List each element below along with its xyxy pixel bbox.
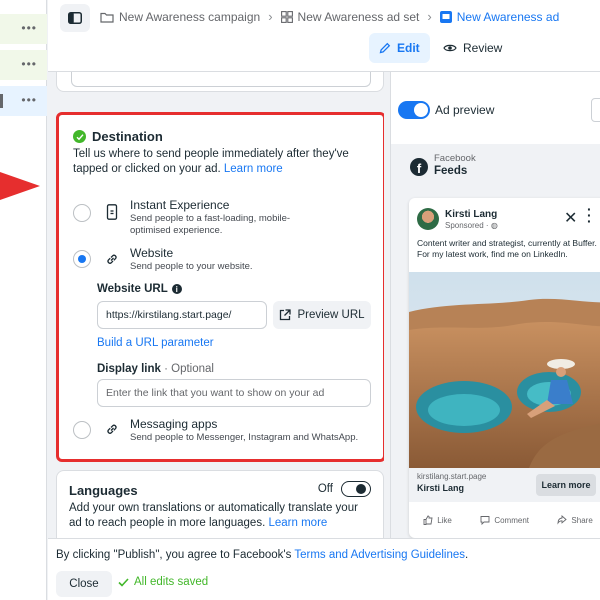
link-icon	[107, 424, 117, 434]
thumbs-up-icon	[423, 515, 433, 525]
check-circle-icon	[73, 130, 86, 143]
post-actions: Like Comment Share	[409, 510, 600, 530]
website-url-label: Website URL i	[97, 283, 182, 295]
external-link-icon	[280, 309, 292, 321]
ad-preview-toggle[interactable]	[398, 101, 430, 119]
display-link-input[interactable]	[97, 379, 371, 407]
breadcrumb-ad-set[interactable]: New Awareness ad set	[280, 10, 419, 24]
link-preview-bar[interactable]: kirstilang.start.page Kirsti Lang Learn …	[409, 468, 600, 502]
more-options-icon[interactable]: •••	[21, 93, 37, 107]
publish-agreement-note: By clicking "Publish", you agree to Face…	[56, 549, 469, 561]
chevron-right-icon: ›	[268, 9, 273, 24]
review-mode-button[interactable]: Review	[433, 33, 512, 63]
preview-options-button[interactable]	[591, 98, 600, 122]
website-url-input[interactable]	[97, 301, 267, 329]
info-icon[interactable]: i	[171, 284, 182, 294]
more-options-icon[interactable]: •••	[21, 57, 37, 71]
phone-icon	[106, 204, 118, 220]
preview-url-button[interactable]: Preview URL	[273, 301, 371, 329]
grid-icon	[280, 10, 293, 23]
learn-more-button[interactable]: Learn more	[536, 474, 596, 496]
facebook-logo-icon: f	[410, 158, 428, 176]
like-action[interactable]: Like	[423, 515, 452, 525]
globe-icon: ◍	[490, 221, 498, 230]
footer: By clicking "Publish", you agree to Face…	[48, 538, 600, 600]
previous-section-field[interactable]	[71, 72, 371, 87]
radio-messaging-apps[interactable]	[73, 421, 91, 439]
placement-selector[interactable]: Feeds	[434, 165, 467, 177]
option-messaging-apps[interactable]: Messaging apps Send people to Messenger,…	[73, 417, 373, 447]
rail-ad-set-row[interactable]: •••	[0, 50, 47, 80]
breadcrumb-campaign[interactable]: New Awareness campaign	[100, 10, 260, 24]
chevron-right-icon: ›	[427, 9, 432, 24]
share-icon	[557, 515, 568, 525]
avatar	[417, 208, 439, 230]
pencil-icon	[379, 42, 391, 54]
save-status: All edits saved	[118, 576, 208, 588]
editor-panel: Destination Tell us where to send people…	[56, 72, 384, 538]
languages-toggle[interactable]: Off	[318, 481, 371, 497]
radio-instant-experience[interactable]	[73, 204, 91, 222]
destination-heading: Destination	[73, 129, 163, 144]
comment-action[interactable]: Comment	[480, 515, 529, 525]
build-url-parameter-link[interactable]: Build a URL parameter	[97, 337, 214, 349]
display-link-label: Display link · Optional	[97, 363, 214, 375]
ad-icon	[439, 10, 452, 23]
languages-learn-more-link[interactable]: Learn more	[268, 517, 327, 529]
selected-indicator	[0, 94, 3, 108]
radio-website[interactable]	[73, 250, 91, 268]
destination-description: Tell us where to send people immediately…	[73, 148, 349, 175]
terms-link[interactable]: Terms and Advertising Guidelines	[294, 549, 465, 561]
facebook-post-preview: Kirsti Lang Sponsored · ◍ ✕ · · · Content …	[409, 198, 600, 538]
close-icon: ✕	[564, 210, 578, 227]
previous-section-card	[56, 72, 384, 92]
option-instant-experience[interactable]: Instant Experience Send people to a fast…	[73, 198, 373, 236]
option-website[interactable]: Website Send people to your website.	[73, 246, 373, 276]
share-action[interactable]: Share	[557, 515, 593, 525]
sidebar-toggle-button[interactable]	[60, 4, 90, 32]
destination-card: Destination Tell us where to send people…	[56, 112, 384, 462]
edit-mode-button[interactable]: Edit	[369, 33, 430, 63]
rail-campaign-row[interactable]: •••	[0, 14, 47, 44]
preview-header: Ad preview	[391, 72, 600, 144]
rail-ad-row[interactable]: •••	[0, 86, 47, 116]
more-vertical-icon: · · ·	[587, 201, 592, 229]
languages-card: Languages Off Add your own translations …	[56, 470, 384, 538]
eye-icon	[443, 44, 457, 52]
left-rail: ••• ••• •••	[0, 0, 47, 600]
breadcrumb-ad[interactable]: New Awareness ad	[439, 10, 559, 24]
toggle-switch[interactable]	[341, 481, 371, 497]
comment-icon	[480, 516, 490, 525]
link-icon	[107, 254, 117, 264]
post-image	[409, 272, 600, 468]
breadcrumb: New Awareness campaign › New Awareness a…	[100, 9, 559, 24]
languages-heading: Languages	[69, 483, 138, 498]
folder-icon	[100, 12, 114, 23]
sidebar-toggle-icon	[68, 12, 82, 24]
more-options-icon[interactable]: •••	[21, 21, 37, 35]
check-icon	[118, 577, 129, 587]
ad-preview-pane: Ad preview f Facebook Feeds Kirsti Lang …	[390, 72, 600, 538]
close-button[interactable]: Close	[56, 571, 112, 597]
annotation-arrow-icon	[0, 172, 40, 200]
destination-learn-more-link[interactable]: Learn more	[224, 163, 283, 175]
top-bar: New Awareness campaign › New Awareness a…	[48, 0, 600, 72]
languages-description: Add your own translations or automatical…	[69, 502, 358, 529]
